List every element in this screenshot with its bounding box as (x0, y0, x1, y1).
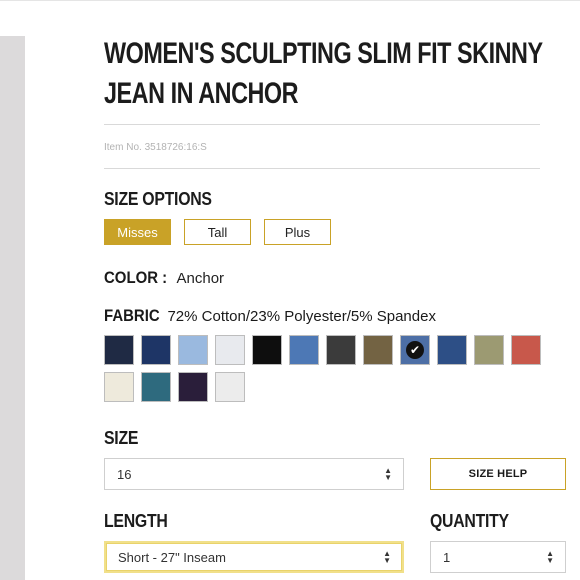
size-select[interactable]: 16 ▲ ▼ (104, 458, 404, 490)
length-heading: LENGTH (104, 511, 168, 531)
fabric-swatch[interactable] (141, 335, 171, 365)
fabric-swatches: ✔ (104, 335, 554, 402)
fabric-swatch[interactable] (252, 335, 282, 365)
fabric-swatch[interactable] (104, 335, 134, 365)
size-select-value: 16 (117, 466, 132, 482)
select-arrows-icon: ▲ ▼ (384, 466, 392, 482)
title-divider (104, 124, 540, 125)
side-panel-strip (0, 36, 25, 580)
size-option-tall-button[interactable]: Tall (184, 219, 251, 245)
select-arrows-icon: ▲ ▼ (546, 549, 554, 565)
length-select-value: Short - 27" Inseam (118, 549, 226, 565)
size-options-group: Misses Tall Plus (104, 219, 331, 245)
top-divider (0, 0, 580, 1)
color-value: Anchor (176, 270, 225, 287)
fabric-swatch[interactable] (474, 335, 504, 365)
color-label: COLOR : (104, 268, 168, 287)
select-arrows-icon: ▲ ▼ (383, 549, 391, 565)
fabric-swatch[interactable] (141, 372, 171, 402)
size-options-heading: SIZE OPTIONS (104, 189, 212, 209)
fabric-swatch[interactable] (437, 335, 467, 365)
fabric-swatch[interactable] (215, 335, 245, 365)
size-help-button[interactable]: SIZE HELP (430, 458, 566, 490)
item-divider (104, 168, 540, 169)
quantity-select[interactable]: 1 ▲ ▼ (430, 541, 566, 573)
fabric-swatch[interactable] (289, 335, 319, 365)
size-option-misses-button[interactable]: Misses (104, 219, 171, 245)
fabric-swatch[interactable] (104, 372, 134, 402)
item-number: Item No. 3518726:16:S (104, 142, 207, 153)
length-select[interactable]: Short - 27" Inseam ▲ ▼ (104, 541, 404, 573)
fabric-label: FABRIC (104, 306, 160, 325)
fabric-value: 72% Cotton/23% Polyester/5% Spandex (167, 308, 436, 325)
fabric-swatch[interactable]: ✔ (400, 335, 430, 365)
fabric-swatch[interactable] (511, 335, 541, 365)
product-title: WOMEN'S SCULPTING SLIM FIT SKINNY JEAN I… (104, 37, 543, 110)
quantity-select-value: 1 (443, 549, 451, 565)
color-row: COLOR : Anchor (104, 268, 224, 288)
fabric-swatch[interactable] (178, 335, 208, 365)
fabric-swatch[interactable] (215, 372, 245, 402)
size-heading: SIZE (104, 428, 139, 448)
size-option-plus-button[interactable]: Plus (264, 219, 331, 245)
fabric-swatch[interactable] (326, 335, 356, 365)
fabric-swatch[interactable] (178, 372, 208, 402)
fabric-swatch[interactable] (363, 335, 393, 365)
fabric-row: FABRIC 72% Cotton/23% Polyester/5% Spand… (104, 306, 436, 326)
checkmark-icon: ✔ (406, 341, 424, 359)
quantity-heading: QUANTITY (430, 511, 509, 531)
